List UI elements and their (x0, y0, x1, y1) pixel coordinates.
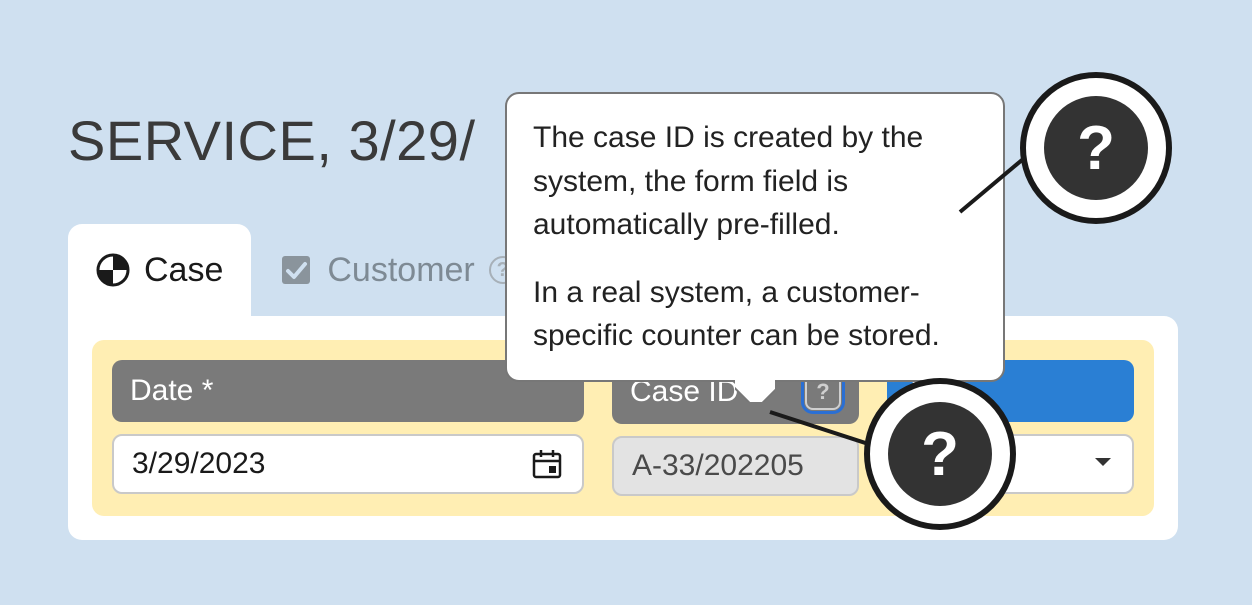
calendar-icon[interactable] (530, 447, 564, 481)
page-title: SERVICE, 3/29/ (68, 108, 476, 173)
date-input-wrapper[interactable] (112, 434, 584, 494)
pie-icon (96, 253, 130, 287)
date-input[interactable] (132, 447, 518, 481)
label-text: Date (130, 374, 213, 408)
callout-help-badge: ? (1020, 72, 1172, 224)
tab-case-label: Case (144, 251, 223, 290)
case-id-input: A-33/202205 (612, 436, 859, 496)
tab-customer-label: Customer (327, 251, 474, 290)
tooltip-pointer (735, 380, 775, 402)
caret-down-icon (1092, 447, 1114, 481)
tooltip-line: The case ID is created by the sys­tem, t… (533, 116, 977, 247)
checkbox-icon (279, 253, 313, 287)
tooltip-line: In a real system, a customer-specif­ic c… (533, 271, 977, 358)
case-id-value: A-33/202205 (632, 449, 804, 483)
question-icon: ? (1044, 96, 1148, 200)
tooltip-case-id: The case ID is created by the sys­tem, t… (505, 92, 1005, 382)
callout-help-badge: ? (864, 378, 1016, 530)
question-icon: ? (888, 402, 992, 506)
tab-case[interactable]: Case (68, 224, 251, 316)
